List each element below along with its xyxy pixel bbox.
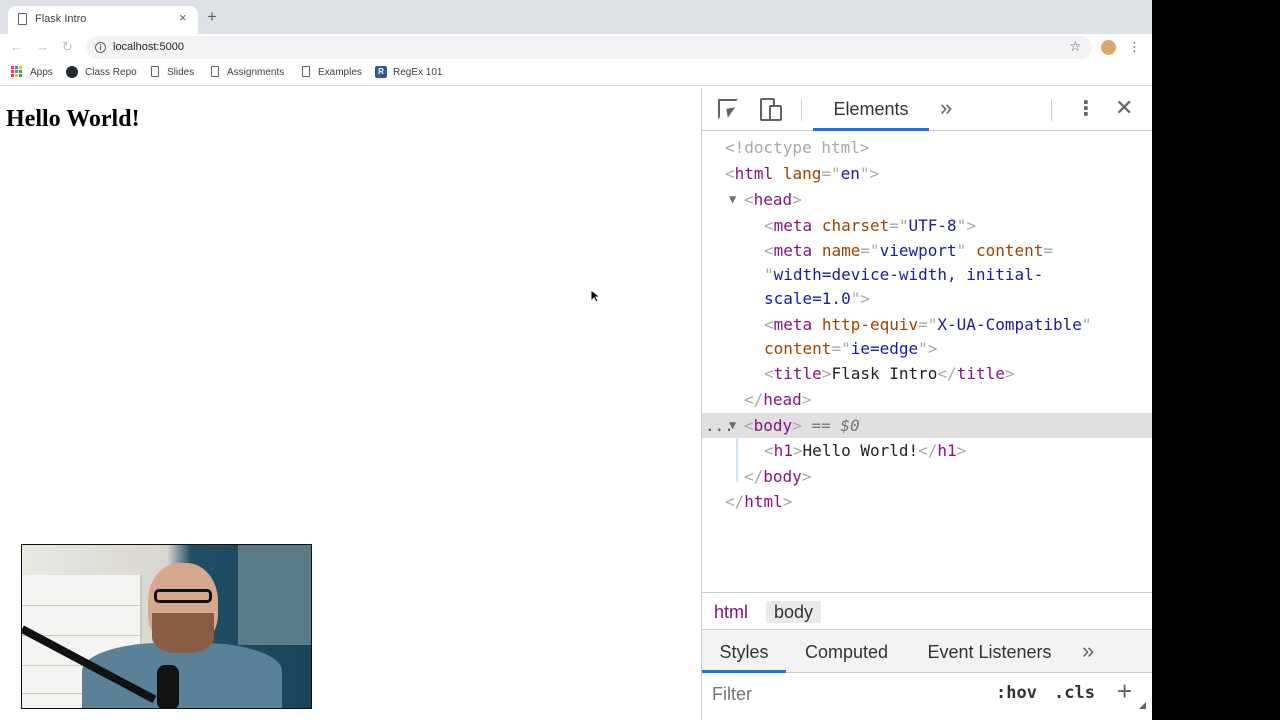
close-icon[interactable]: × xyxy=(179,11,187,25)
tab-elements[interactable]: Elements xyxy=(813,88,929,131)
dom-node-meta-charset[interactable]: <meta charset="UTF-8"> xyxy=(702,213,1152,238)
cls-button[interactable]: .cls xyxy=(1054,683,1095,703)
dom-node-meta-viewport-cont[interactable]: "width=device-width, initial- xyxy=(702,262,1152,287)
dom-node-title[interactable]: <title>Flask Intro</title> xyxy=(702,361,1152,386)
github-icon xyxy=(66,66,78,78)
page-icon xyxy=(211,66,219,77)
webcam-video xyxy=(21,544,312,709)
dom-node-body-close[interactable]: </body> xyxy=(702,464,1152,489)
close-icon[interactable]: ✕ xyxy=(1115,95,1133,121)
expand-triangle-icon[interactable]: ▼ xyxy=(729,187,736,212)
url-text[interactable]: localhost:5000 xyxy=(113,41,184,53)
styles-tabbar: Styles Computed Event Listeners » xyxy=(702,631,1152,673)
plus-icon[interactable]: + xyxy=(207,8,217,26)
page-icon xyxy=(18,13,27,25)
divider xyxy=(1051,99,1052,121)
dom-node-body[interactable]: ... ▼ <body> == $0 xyxy=(702,413,1152,438)
devtools-panel: Elements » ⋮ ✕ <!doctype html> <html lan… xyxy=(701,88,1152,720)
browser-toolbar: ← → ↻ i localhost:5000 ☆ ⋮ xyxy=(0,34,1152,61)
page-icon xyxy=(151,66,159,77)
kebab-icon[interactable]: ⋮ xyxy=(1076,97,1096,121)
dom-node-meta-http-equiv-cont[interactable]: content="ie=edge"> xyxy=(702,336,1152,361)
kebab-icon[interactable]: ⋮ xyxy=(1128,38,1141,56)
expand-triangle-icon[interactable]: ▼ xyxy=(729,413,736,438)
device-toolbar-icon[interactable] xyxy=(760,98,782,121)
breadcrumb-html[interactable]: html xyxy=(714,601,748,623)
chevron-double-right-icon[interactable]: » xyxy=(1082,630,1094,672)
bookmark-examples[interactable]: Examples xyxy=(318,67,362,78)
dom-node-meta-viewport-cont2[interactable]: scale=1.0"> xyxy=(702,286,1152,311)
bookmark-assignments[interactable]: Assignments xyxy=(227,67,284,78)
tab-computed[interactable]: Computed xyxy=(801,631,892,673)
star-icon[interactable]: ☆ xyxy=(1069,38,1082,55)
styles-filter-bar: :hov .cls + xyxy=(702,674,1152,720)
bookmark-apps[interactable]: Apps xyxy=(30,67,53,78)
devtools-toolbar: Elements » ⋮ ✕ xyxy=(702,88,1152,131)
dom-node-html-close[interactable]: </html> xyxy=(702,489,1152,514)
bookmark-slides[interactable]: Slides xyxy=(167,67,194,78)
bookmark-class-repo[interactable]: Class Repo xyxy=(85,67,137,78)
forward-icon[interactable]: → xyxy=(36,39,49,55)
address-bar[interactable]: i localhost:5000 ☆ xyxy=(86,36,1092,59)
bookmarks-bar: Apps Class Repo Slides Assignments Examp… xyxy=(0,61,1152,86)
dom-tree: <!doctype html> <html lang="en"> ▼ <head… xyxy=(702,132,1152,592)
hov-button[interactable]: :hov xyxy=(996,683,1037,703)
chevron-double-right-icon[interactable]: » xyxy=(940,96,952,120)
page-icon xyxy=(302,66,310,77)
breadcrumb-body[interactable]: body xyxy=(766,601,822,623)
new-style-rule-button[interactable]: + xyxy=(1117,676,1132,706)
dom-node-doctype[interactable]: <!doctype html> xyxy=(702,135,1152,160)
browser-window: Flask Intro × + ← → ↻ i localhost:5000 ☆… xyxy=(0,0,1152,720)
inspect-icon[interactable] xyxy=(718,99,738,119)
dom-node-h1[interactable]: <h1>Hello World!</h1> xyxy=(702,438,1152,463)
tab-styles[interactable]: Styles xyxy=(702,631,786,673)
profile-icon[interactable] xyxy=(1101,40,1116,55)
letterbox-bar xyxy=(1152,0,1280,720)
tab-flask-intro[interactable]: Flask Intro × xyxy=(8,6,198,34)
page-heading: Hello World! xyxy=(6,106,140,132)
tab-event-listeners[interactable]: Event Listeners xyxy=(924,631,1055,673)
indent-guide xyxy=(736,438,738,482)
bookmark-regex-101[interactable]: RegEx 101 xyxy=(393,67,442,78)
dom-node-head-close[interactable]: </head> xyxy=(702,387,1152,412)
dom-node-meta-http-equiv[interactable]: <meta http-equiv="X-UA-Compatible" xyxy=(702,312,1152,337)
tab-title: Flask Intro xyxy=(35,13,87,25)
corner-marker xyxy=(1139,702,1146,709)
back-icon[interactable]: ← xyxy=(10,39,23,55)
divider xyxy=(801,99,802,121)
tab-strip: Flask Intro × + xyxy=(0,0,1152,34)
info-icon[interactable]: i xyxy=(95,42,106,53)
dom-node-head[interactable]: ▼ <head> xyxy=(702,187,1152,212)
breadcrumb: html body xyxy=(702,592,1152,630)
dom-node-html[interactable]: <html lang="en"> xyxy=(702,161,1152,186)
apps-icon xyxy=(11,66,22,77)
dom-node-meta-viewport[interactable]: <meta name="viewport" content= xyxy=(702,238,1152,263)
filter-input[interactable] xyxy=(712,682,978,706)
regex-icon: R xyxy=(375,66,387,78)
reload-icon[interactable]: ↻ xyxy=(62,39,73,55)
